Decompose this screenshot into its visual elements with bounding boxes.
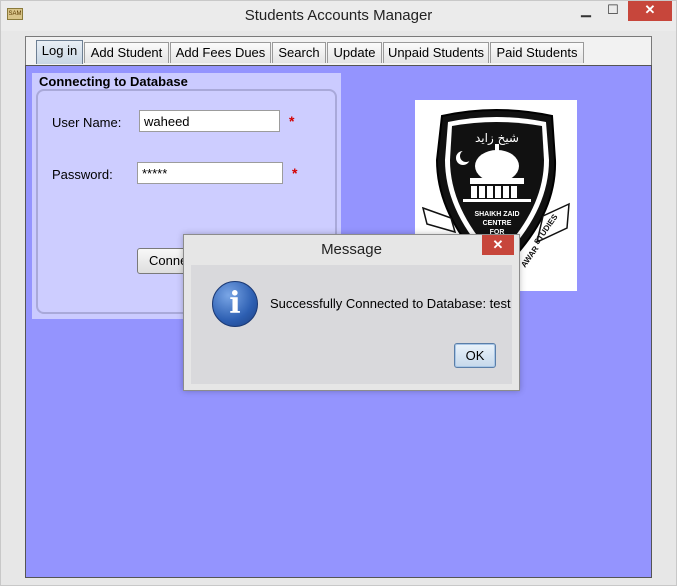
- maximize-button[interactable]: ☐: [600, 1, 626, 21]
- username-label: User Name:: [52, 115, 122, 130]
- tab-bar: Log in Add Student Add Fees Dues Search …: [25, 36, 652, 66]
- username-input[interactable]: [139, 110, 280, 132]
- dialog-body: i Successfully Connected to Database: te…: [191, 265, 512, 384]
- dialog-message: Successfully Connected to Database: test: [270, 296, 511, 311]
- panel-title: Connecting to Database: [39, 74, 188, 89]
- close-icon: ✕: [644, 2, 656, 17]
- tab-add-student[interactable]: Add Student: [84, 42, 169, 63]
- information-icon: i: [212, 281, 258, 327]
- logo-line-2: CENTRE: [483, 220, 512, 227]
- minimize-icon: ▁: [581, 2, 591, 17]
- password-label: Password:: [52, 167, 113, 182]
- message-dialog: Message ✕ i Successfully Connected to Da…: [183, 234, 520, 391]
- dialog-title[interactable]: Message: [184, 241, 519, 258]
- tab-paid-students[interactable]: Paid Students: [490, 42, 584, 63]
- main-window: SAM Students Accounts Manager ▁ ☐ ✕ Log …: [0, 0, 677, 586]
- close-button[interactable]: ✕: [628, 1, 672, 21]
- password-input[interactable]: [137, 162, 283, 184]
- logo-line-1: SHAIKH ZAID: [474, 211, 519, 218]
- title-bar[interactable]: SAM Students Accounts Manager ▁ ☐ ✕: [1, 1, 676, 31]
- tab-add-fees-dues[interactable]: Add Fees Dues: [170, 42, 271, 63]
- username-required-marker: *: [289, 113, 295, 129]
- ok-button[interactable]: OK: [454, 343, 496, 368]
- minimize-button[interactable]: ▁: [573, 1, 599, 21]
- tab-unpaid-students[interactable]: Unpaid Students: [383, 42, 489, 63]
- tab-update[interactable]: Update: [327, 42, 382, 63]
- maximize-icon: ☐: [607, 2, 619, 17]
- tab-search[interactable]: Search: [272, 42, 326, 63]
- tab-log-in[interactable]: Log in: [36, 40, 83, 64]
- password-required-marker: *: [292, 165, 298, 181]
- dialog-close-button[interactable]: ✕: [482, 235, 514, 255]
- close-icon: ✕: [492, 237, 504, 252]
- logo-arabic-text: شیخ زاید: [475, 131, 519, 146]
